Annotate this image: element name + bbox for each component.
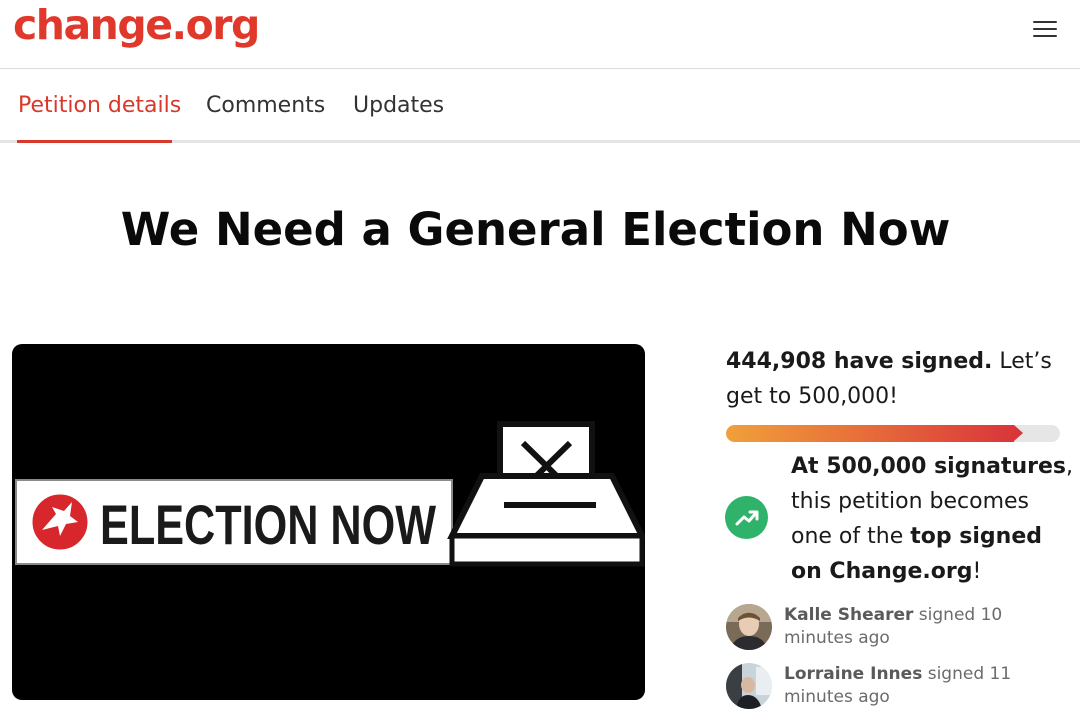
change-org-logo[interactable]: change.org <box>13 0 260 50</box>
tab-updates[interactable]: Updates <box>353 91 444 121</box>
progress-fill <box>726 425 1014 442</box>
banner-headline: ELECTION NOW <box>100 493 436 556</box>
site-header: change.org <box>0 0 1080 69</box>
petition-title: We Need a General Election Now <box>120 203 951 256</box>
tab-petition-details[interactable]: Petition details <box>18 91 181 121</box>
milestone-message: At 500,000 signatures, this petition bec… <box>791 449 1076 589</box>
trending-up-icon <box>725 496 768 539</box>
milestone-target: At 500,000 signatures <box>791 454 1066 479</box>
recent-signer: Kalle Shearer signed 10 minutes ago <box>726 604 1080 654</box>
eagle-logo-icon <box>29 491 91 553</box>
signer-text: Kalle Shearer signed 10 minutes ago <box>784 604 1074 650</box>
avatar <box>726 604 772 650</box>
petition-tabs: Petition details Comments Updates <box>0 69 1080 143</box>
petition-banner-image: ELECTION NOW <box>12 344 645 700</box>
active-tab-indicator <box>17 140 172 143</box>
signature-count-text: 444,908 have signed. Let’s get to 500,00… <box>726 344 1066 414</box>
ballot-box-x-icon <box>447 421 645 567</box>
avatar <box>726 663 772 709</box>
signature-count: 444,908 have signed. <box>726 349 993 374</box>
signer-text: Lorraine Innes signed 11 minutes ago <box>784 663 1074 709</box>
signer-name: Lorraine Innes <box>784 664 923 684</box>
hamburger-menu-icon[interactable] <box>1033 20 1057 38</box>
signer-name: Kalle Shearer <box>784 605 914 625</box>
progress-cap <box>1014 425 1023 441</box>
tab-comments[interactable]: Comments <box>206 91 325 121</box>
recent-signer: Lorraine Innes signed 11 minutes ago <box>726 663 1080 713</box>
signature-progress-bar <box>726 425 1060 442</box>
milestone-end: ! <box>972 559 982 584</box>
